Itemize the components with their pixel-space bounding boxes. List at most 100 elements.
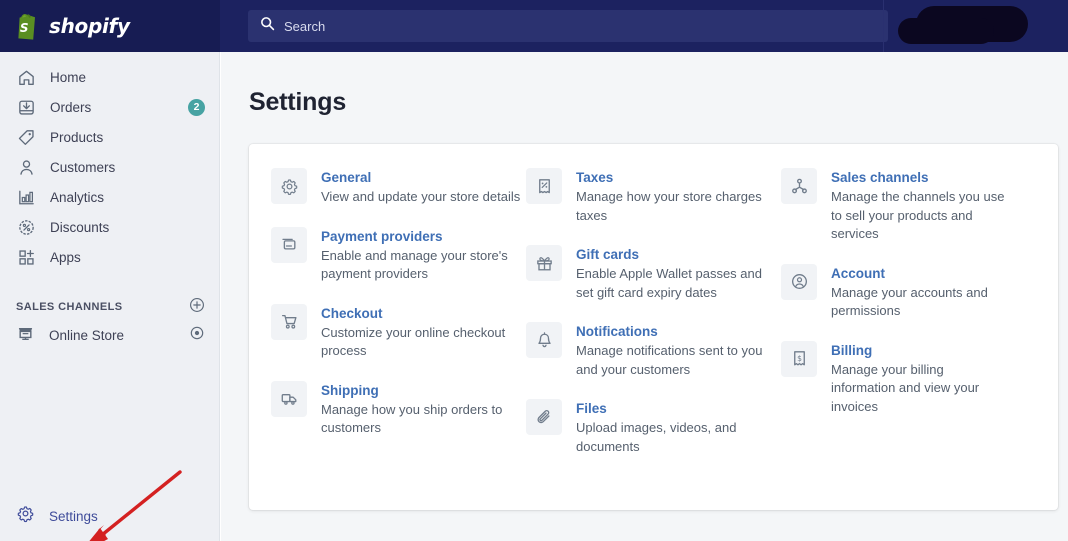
storefront-icon (16, 323, 35, 347)
entry-text: Taxes Manage how your store charges taxe… (576, 168, 776, 225)
settings-entry-sales-channels[interactable]: Sales channels Manage the channels you u… (781, 168, 1036, 244)
sidebar-item-analytics[interactable]: Analytics (0, 182, 219, 212)
search-icon (260, 16, 275, 36)
entry-title[interactable]: Payment providers (321, 228, 526, 245)
eye-icon[interactable] (189, 325, 205, 346)
sidebar-item-label: Home (50, 70, 205, 85)
search-placeholder: Search (284, 19, 325, 34)
settings-column-1: General View and update your store detai… (271, 168, 526, 488)
settings-column-3: Sales channels Manage the channels you u… (781, 168, 1036, 488)
sidebar-item-online-store[interactable]: Online Store (0, 320, 219, 350)
entry-text: Notifications Manage notifications sent … (576, 322, 776, 379)
shopify-bag-icon: S (14, 12, 40, 40)
sidebar-item-customers[interactable]: Customers (0, 152, 219, 182)
sidebar-item-label: Analytics (50, 190, 205, 205)
entry-text: Billing Manage your billing information … (831, 341, 1011, 417)
gear-icon (271, 168, 307, 204)
settings-entry-files[interactable]: Files Upload images, videos, and documen… (526, 399, 781, 456)
settings-entry-shipping[interactable]: Shipping Manage how you ship orders to c… (271, 381, 526, 438)
entry-title[interactable]: Notifications (576, 323, 776, 340)
svg-text:$: $ (797, 354, 802, 363)
sales-channels-header: SALES CHANNELS (0, 294, 219, 320)
sidebar-item-label: Apps (50, 250, 205, 265)
redaction-blob (916, 6, 1028, 42)
bar-chart-icon (16, 187, 36, 207)
settings-entry-billing[interactable]: $ Billing Manage your billing informatio… (781, 341, 1036, 417)
entry-text: Checkout Customize your online checkout … (321, 304, 526, 361)
entry-title[interactable]: Sales channels (831, 169, 1011, 186)
sidebar-item-settings[interactable]: Settings (0, 501, 220, 531)
home-icon (16, 67, 36, 87)
entry-text: Sales channels Manage the channels you u… (831, 168, 1011, 244)
plus-circle-icon[interactable] (189, 297, 205, 318)
primary-nav: Home Orders 2 (0, 52, 219, 272)
sidebar-item-apps[interactable]: Apps (0, 242, 219, 272)
sidebar-item-orders[interactable]: Orders 2 (0, 92, 219, 122)
entry-desc: View and update your store details (321, 188, 520, 207)
account-area[interactable] (883, 0, 1068, 52)
billing-receipt-icon: $ (781, 341, 817, 377)
bell-icon (526, 322, 562, 358)
settings-entry-notifications[interactable]: Notifications Manage notifications sent … (526, 322, 781, 379)
entry-desc: Upload images, videos, and documents (576, 419, 776, 456)
sidebar-item-discounts[interactable]: Discounts (0, 212, 219, 242)
entry-title[interactable]: General (321, 169, 520, 186)
account-circle-icon (781, 264, 817, 300)
tag-icon (16, 127, 36, 147)
sales-channels-title: SALES CHANNELS (16, 301, 189, 313)
entry-title[interactable]: Taxes (576, 169, 776, 186)
settings-card: General View and update your store detai… (249, 144, 1058, 510)
settings-label: Settings (49, 509, 98, 524)
entry-text: Gift cards Enable Apple Wallet passes an… (576, 245, 776, 302)
settings-entry-taxes[interactable]: Taxes Manage how your store charges taxe… (526, 168, 781, 225)
discount-percent-icon (16, 217, 36, 237)
settings-entry-payment-providers[interactable]: Payment providers Enable and manage your… (271, 227, 526, 284)
channels-network-icon (781, 168, 817, 204)
entry-title[interactable]: Files (576, 400, 776, 417)
apps-grid-plus-icon (16, 247, 36, 267)
entry-title[interactable]: Shipping (321, 382, 526, 399)
settings-entry-checkout[interactable]: Checkout Customize your online checkout … (271, 304, 526, 361)
payment-card-icon (271, 227, 307, 263)
brand-name: shopify (49, 14, 130, 38)
entry-title[interactable]: Gift cards (576, 246, 776, 263)
tax-receipt-icon (526, 168, 562, 204)
entry-desc: Manage notifications sent to you and you… (576, 342, 776, 379)
person-icon (16, 157, 36, 177)
entry-text: Account Manage your accounts and permiss… (831, 264, 1011, 321)
cart-icon (271, 304, 307, 340)
sidebar: Home Orders 2 (0, 52, 220, 541)
sidebar-item-label: Products (50, 130, 205, 145)
entry-text: Files Upload images, videos, and documen… (576, 399, 776, 456)
paperclip-icon (526, 399, 562, 435)
sidebar-item-products[interactable]: Products (0, 122, 219, 152)
entry-title[interactable]: Billing (831, 342, 1011, 359)
truck-icon (271, 381, 307, 417)
entry-desc: Enable Apple Wallet passes and set gift … (576, 265, 776, 302)
main-content: Settings General View and update your st… (221, 52, 1068, 541)
sidebar-item-home[interactable]: Home (0, 62, 219, 92)
search-input[interactable]: Search (248, 10, 888, 42)
entry-desc: Manage your billing information and view… (831, 361, 1011, 417)
entry-desc: Manage how your store charges taxes (576, 188, 776, 225)
entry-desc: Manage the channels you use to sell your… (831, 188, 1011, 244)
gear-icon (16, 504, 35, 528)
entry-title[interactable]: Checkout (321, 305, 526, 322)
orders-badge: 2 (188, 99, 205, 116)
svg-text:S: S (20, 21, 29, 35)
settings-column-2: Taxes Manage how your store charges taxe… (526, 168, 781, 488)
channel-label: Online Store (49, 328, 175, 343)
top-bar: S shopify Search (0, 0, 1068, 52)
settings-entry-gift-cards[interactable]: Gift cards Enable Apple Wallet passes an… (526, 245, 781, 302)
settings-entry-general[interactable]: General View and update your store detai… (271, 168, 526, 207)
entry-title[interactable]: Account (831, 265, 1011, 282)
settings-entry-account[interactable]: Account Manage your accounts and permiss… (781, 264, 1036, 321)
brand-logo[interactable]: S shopify (0, 0, 220, 52)
search-container: Search (220, 10, 888, 42)
entry-text: General View and update your store detai… (321, 168, 520, 207)
sidebar-item-label: Customers (50, 160, 205, 175)
shopify-admin-window: S shopify Search (0, 0, 1068, 541)
entry-desc: Manage your accounts and permissions (831, 284, 1011, 321)
entry-desc: Customize your online checkout process (321, 324, 526, 361)
page-title: Settings (221, 52, 1068, 117)
